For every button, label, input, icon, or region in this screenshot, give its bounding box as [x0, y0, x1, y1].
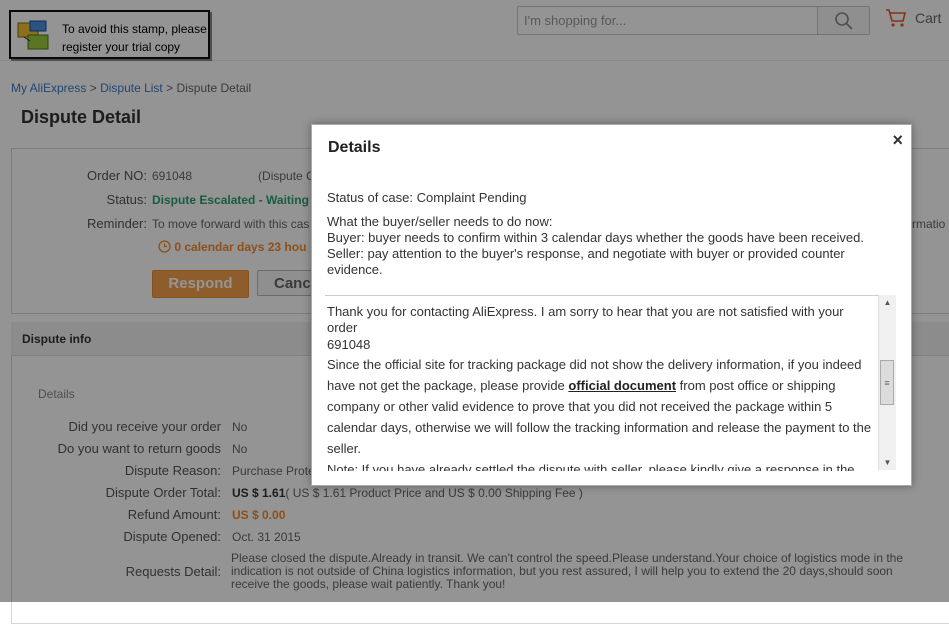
message-scrollbar[interactable]: ▲ ≡ ▼	[878, 295, 896, 470]
message-content: Thank you for contacting AliExpress. I a…	[327, 304, 877, 471]
case-status-block: Status of case: Complaint Pending What t…	[327, 190, 897, 278]
message-order-number: 691048	[327, 337, 371, 352]
message-body: Since the official site for tracking pac…	[327, 354, 877, 459]
buyer-instruction: Buyer: buyer needs to confirm within 3 c…	[327, 230, 864, 245]
scroll-up-arrow-icon[interactable]: ▲	[879, 295, 896, 310]
page: Cart To avoid this stamp, please registe…	[0, 0, 949, 624]
message-order-line: 691048	[327, 336, 877, 354]
modal-title: Details	[328, 139, 381, 156]
message-scroll-area[interactable]: Thank you for contacting AliExpress. I a…	[325, 295, 895, 471]
official-document-emphasis: official document	[568, 378, 677, 393]
details-modal: Details × Status of case: Complaint Pend…	[311, 124, 912, 486]
case-status: Status of case: Complaint Pending	[327, 190, 527, 205]
scroll-down-arrow-icon[interactable]: ▼	[879, 455, 896, 470]
todo-heading: What the buyer/seller needs to do now:	[327, 214, 553, 229]
scrollbar-thumb[interactable]: ≡	[880, 360, 894, 405]
close-icon[interactable]: ×	[892, 130, 903, 151]
message-note: Note: If you have already settled the di…	[327, 462, 855, 471]
seller-instruction: Seller: pay attention to the buyer's res…	[327, 246, 845, 277]
message-intro: Thank you for contacting AliExpress. I a…	[327, 304, 844, 335]
